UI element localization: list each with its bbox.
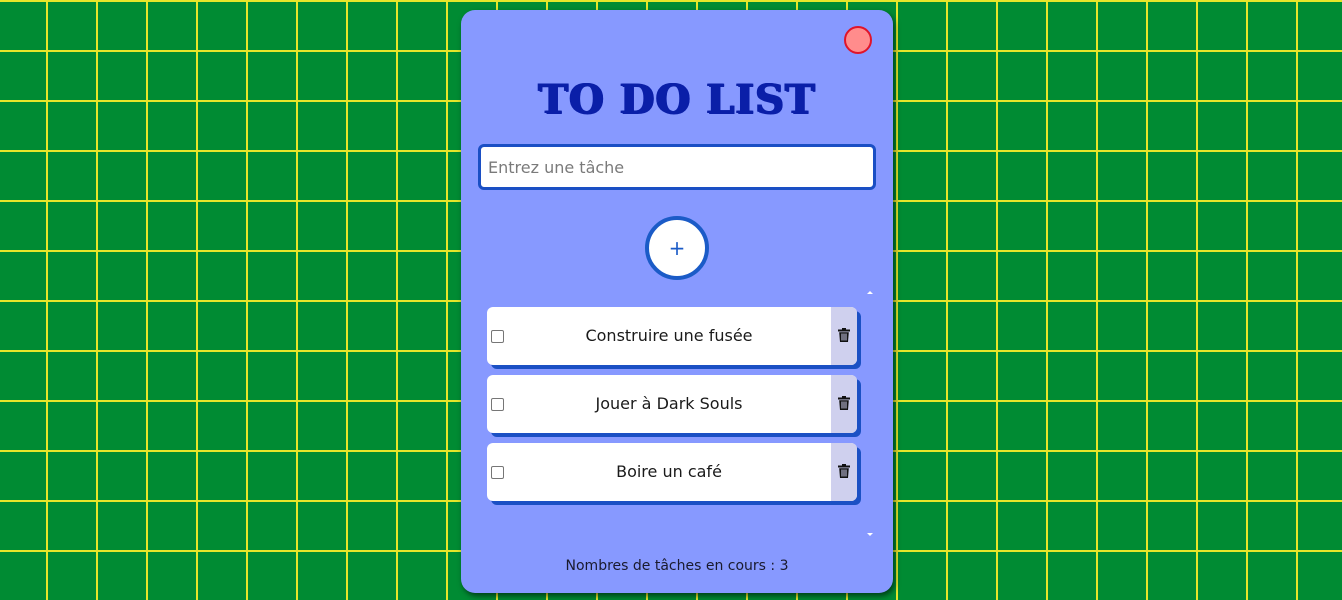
task-list[interactable]: Construire une fusée Jouer à Dark Souls bbox=[487, 288, 883, 544]
task-label: Jouer à Dark Souls bbox=[595, 394, 743, 413]
delete-task-button[interactable] bbox=[831, 375, 857, 433]
delete-task-button[interactable] bbox=[831, 443, 857, 501]
plus-icon: + bbox=[668, 236, 686, 260]
scroll-up-arrow-icon[interactable] bbox=[867, 291, 873, 294]
close-button[interactable] bbox=[844, 26, 872, 54]
scroll-down-arrow-icon[interactable] bbox=[867, 533, 873, 536]
trash-icon bbox=[838, 328, 850, 342]
trash-icon bbox=[838, 396, 850, 410]
task-counter: Nombres de tâches en cours : 3 bbox=[565, 558, 789, 574]
task-checkbox[interactable] bbox=[491, 466, 504, 479]
task-label: Construire une fusée bbox=[585, 326, 753, 345]
add-task-button[interactable]: + bbox=[645, 216, 709, 280]
trash-icon bbox=[838, 464, 850, 478]
task-item: Jouer à Dark Souls bbox=[487, 375, 857, 433]
page-title: TO DO LIST bbox=[538, 76, 816, 123]
task-label: Boire un café bbox=[616, 462, 722, 481]
todo-card: TO DO LIST + Construire une fusée J bbox=[461, 10, 893, 593]
task-item: Construire une fusée bbox=[487, 307, 857, 365]
task-input[interactable] bbox=[478, 144, 876, 190]
delete-task-button[interactable] bbox=[831, 307, 857, 365]
task-checkbox[interactable] bbox=[491, 330, 504, 343]
task-item: Boire un café bbox=[487, 443, 857, 501]
task-checkbox[interactable] bbox=[491, 398, 504, 411]
